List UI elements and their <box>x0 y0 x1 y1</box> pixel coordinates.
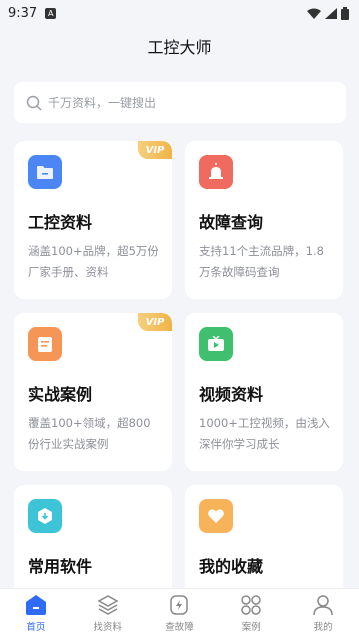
card-gongkong-ziliao[interactable]: VIP 工控资料 涵盖100+品牌，超5万份厂家手册、资料 <box>14 141 172 299</box>
tab-label: 首页 <box>26 622 46 633</box>
tv-icon <box>199 327 233 361</box>
card-title: 故障查询 <box>199 213 264 232</box>
tab-check-fault[interactable]: 查故障 <box>149 594 209 633</box>
card-desc: 覆盖100+领域，超800份行业实战案例 <box>28 416 151 451</box>
fault-icon <box>170 595 189 615</box>
wifi-icon <box>307 8 321 19</box>
vip-badge: VIP <box>138 313 172 331</box>
alarm-icon <box>199 155 233 189</box>
status-right <box>307 6 349 20</box>
card-title: 工控资料 <box>28 213 93 232</box>
battery-icon <box>341 6 349 20</box>
notification-a-icon: A <box>45 7 57 19</box>
document-icon <box>28 327 62 361</box>
tab-home[interactable]: 首页 <box>6 594 66 633</box>
layers-icon <box>97 595 119 615</box>
card-desc: 1000+工控视频，由浅入深伴你学习成长 <box>199 416 330 451</box>
card-changyong-ruanjian[interactable]: 常用软件 <box>14 485 172 595</box>
status-time: 9:37 <box>8 5 38 21</box>
home-icon <box>25 595 46 615</box>
card-title: 常用软件 <box>28 557 93 576</box>
tab-me[interactable]: 我的 <box>293 594 353 633</box>
user-icon <box>313 595 333 616</box>
card-desc: 支持11个主流品牌，1.8万条故障码查询 <box>199 244 324 279</box>
card-guzhang-chaxun[interactable]: 故障查询 支持11个主流品牌，1.8万条故障码查询 <box>185 141 343 299</box>
tab-label: 案例 <box>241 622 261 633</box>
tab-label: 找资料 <box>93 622 122 633</box>
card-title: 我的收藏 <box>199 557 264 576</box>
status-bar: 9:37 A <box>0 0 359 26</box>
card-shipin-ziliao[interactable]: 视频资料 1000+工控视频，由浅入深伴你学习成长 <box>185 313 343 471</box>
vip-badge: VIP <box>138 141 172 159</box>
card-title: 视频资料 <box>199 385 264 404</box>
grid-icon <box>241 595 262 615</box>
card-desc: 涵盖100+品牌，超5万份厂家手册、资料 <box>28 244 159 279</box>
heart-icon <box>199 499 233 533</box>
card-wode-shoucang[interactable]: 我的收藏 <box>185 485 343 595</box>
search-icon <box>26 95 42 111</box>
card-shizhan-anli[interactable]: VIP 实战案例 覆盖100+领域，超800份行业实战案例 <box>14 313 172 471</box>
page-title: 工控大师 <box>147 38 212 57</box>
signal-icon <box>325 7 337 19</box>
folder-icon <box>28 155 62 189</box>
tab-label: 我的 <box>313 622 333 633</box>
software-icon <box>28 499 62 533</box>
bottom-tab-bar: 首页 找资料 查故障 案例 我的 <box>0 588 359 638</box>
tab-cases[interactable]: 案例 <box>221 594 281 633</box>
tab-find-materials[interactable]: 找资料 <box>78 594 138 633</box>
tab-label: 查故障 <box>165 622 194 633</box>
card-title: 实战案例 <box>28 385 93 404</box>
search-bar[interactable]: 千万资料，一键搜出 <box>14 82 346 123</box>
search-placeholder: 千万资料，一键搜出 <box>48 96 157 110</box>
